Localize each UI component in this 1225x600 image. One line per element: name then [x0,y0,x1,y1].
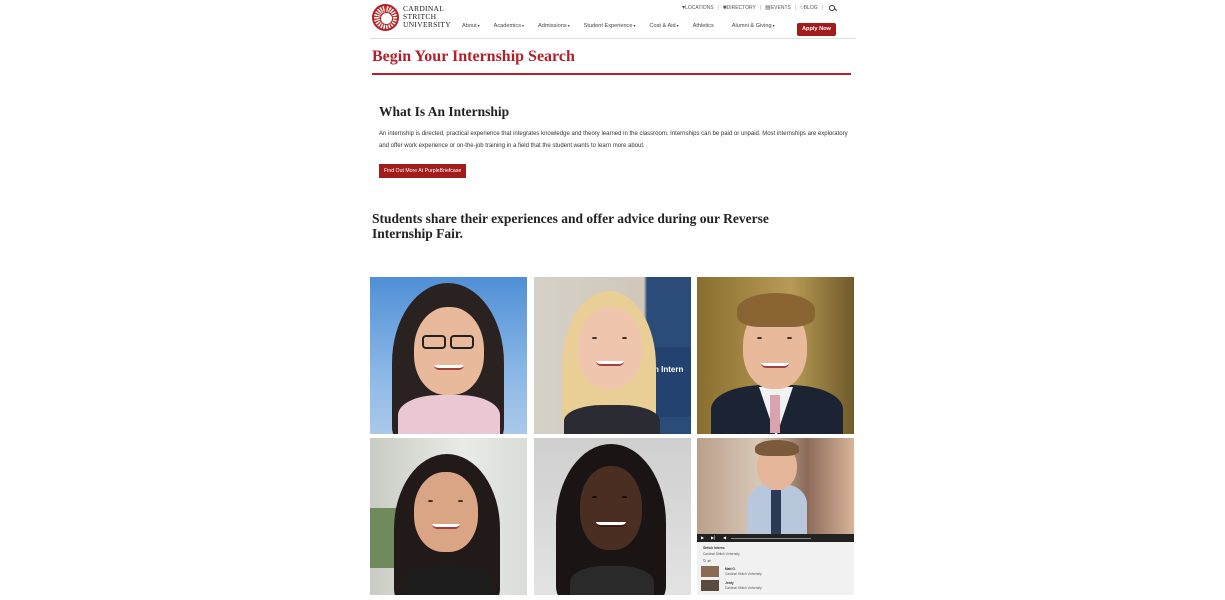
glasses-icon [422,335,446,349]
student-photo-2[interactable]: n Intern [534,277,691,434]
progress-bar[interactable] [731,538,811,539]
nav-item-admissions[interactable]: Admissions▾ [538,23,570,29]
loop-icon[interactable]: ↻ ⇄ [703,558,711,563]
page-title: Begin Your Internship Search [372,48,575,65]
video-embed[interactable]: ▶ ▶▏ ◀ Stritch Interns Cardinal Stritch … [697,438,854,595]
internship-description: An internship is directed, practical exp… [379,131,848,149]
divider: | [821,4,823,11]
title-rule [372,73,851,75]
divider: | [717,4,719,11]
divider: | [794,4,797,11]
nav-item-alumni-giving[interactable]: Alumni & Giving▾ [732,23,775,29]
caret-down-icon: ▾ [633,23,636,28]
logo-wordmark: CARDINAL STRITCH UNIVERSITY [403,3,451,30]
video-thumbnail [701,580,719,591]
video-controls[interactable]: ▶ ▶▏ ◀ [697,534,854,542]
caret-down-icon: ▾ [522,23,525,28]
university-seal-icon [372,3,399,31]
purplebriefcase-button[interactable]: Find Out More At PurpleBriefcase [379,164,467,178]
utility-nav: ▾LOCATIONS | ■DIRECTORY | ▤EVENTS | ○BLO… [682,4,835,11]
header-divider [370,38,856,39]
student-photo-4[interactable] [370,438,527,595]
utility-locations-link[interactable]: ▾LOCATIONS [682,4,714,11]
caret-down-icon: ▾ [772,23,775,28]
student-photo-5[interactable] [534,438,691,595]
next-icon[interactable]: ▶▏ [711,535,717,540]
search-icon[interactable] [829,4,835,11]
playlist-item[interactable]: Matt G. Cardinal Stritch University [701,566,851,578]
student-photo-3[interactable] [697,277,854,434]
nav-item-cost-aid[interactable]: Cost & Aid▾ [649,23,678,29]
nav-item-about[interactable]: About▾ [462,23,480,29]
caret-down-icon: ▾ [477,23,480,28]
nav-item-student-experience[interactable]: Student Experience▾ [584,23,636,29]
divider: | [759,4,762,11]
caret-down-icon: ▾ [567,23,570,28]
main-nav: About▾ Academics▾ Admissions▾ Student Ex… [462,23,789,29]
reverse-fair-heading: Students share their experiences and off… [372,211,769,241]
section-title: What Is An Internship [379,104,510,119]
nav-item-athletics[interactable]: Athletics [693,23,714,29]
apply-now-button[interactable]: Apply Now [797,23,836,36]
playlist-panel: Stritch Interns Cardinal Stritch Univers… [697,542,854,595]
playlist-item[interactable]: Jordy Cardinal Stritch University [701,580,851,592]
video-thumbnail [701,566,719,577]
play-icon[interactable]: ▶ [701,535,704,540]
playlist-title: Stritch Interns [703,546,725,550]
nav-item-academics[interactable]: Academics▾ [494,23,524,29]
utility-blog-link[interactable]: ○BLOG [800,5,818,11]
university-logo[interactable]: CARDINAL STRITCH UNIVERSITY [372,2,451,32]
caret-down-icon: ▾ [676,23,679,28]
volume-icon[interactable]: ◀ [723,535,726,540]
student-photo-1[interactable] [370,277,527,434]
utility-events-link[interactable]: ▤EVENTS [765,4,791,11]
playlist-channel: Cardinal Stritch University [703,552,740,556]
utility-directory-link[interactable]: ■DIRECTORY [723,5,756,11]
